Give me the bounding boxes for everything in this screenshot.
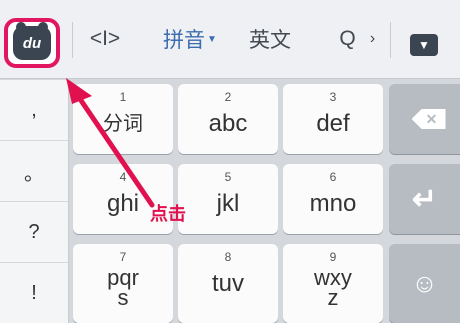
english-mode-button[interactable]: 英文 bbox=[240, 0, 300, 78]
search-button[interactable]: Q bbox=[330, 0, 365, 78]
key-1[interactable]: 1 分词 bbox=[73, 84, 173, 154]
key-letters: jkl bbox=[216, 190, 240, 217]
key-number: 7 bbox=[119, 250, 127, 264]
emoji-key[interactable]: ☺ bbox=[389, 244, 460, 323]
enter-icon: ↵ bbox=[411, 182, 438, 216]
key-letters: pqr s bbox=[107, 265, 139, 310]
key-3[interactable]: 3 def bbox=[283, 84, 383, 154]
punctuation-column: , 。 ? ! bbox=[0, 80, 69, 323]
pinyin-label: 拼音 bbox=[163, 29, 206, 52]
keyboard-toolbar: du <I> 拼音 ▼ 英文 Q › ▼ bbox=[0, 0, 460, 79]
key-letters: def bbox=[316, 110, 350, 137]
chevron-right-icon: › bbox=[369, 30, 376, 47]
baidu-logo-button[interactable]: du bbox=[13, 22, 51, 60]
punct-key-exclaim[interactable]: ! bbox=[0, 263, 68, 323]
chevron-down-icon: ▼ bbox=[207, 33, 217, 45]
key-number: 9 bbox=[329, 250, 337, 264]
punct-key-question[interactable]: ? bbox=[0, 202, 68, 263]
collapse-keyboard-button[interactable]: ▼ bbox=[410, 34, 438, 56]
backspace-key[interactable]: ✕ bbox=[389, 84, 460, 154]
key-5[interactable]: 5 jkl bbox=[178, 164, 278, 234]
punct-key-period[interactable]: 。 bbox=[0, 141, 68, 202]
pinyin-mode-button[interactable]: 拼音 ▼ bbox=[150, 0, 230, 78]
backspace-icon: ✕ bbox=[411, 109, 446, 129]
cursor-icon: <I> bbox=[89, 27, 121, 50]
key-number: 8 bbox=[224, 250, 232, 264]
english-label: 英文 bbox=[249, 29, 291, 52]
key-number: 3 bbox=[329, 90, 337, 104]
key-letters: tuv bbox=[211, 270, 244, 297]
key-number: 5 bbox=[224, 170, 232, 184]
key-number: 4 bbox=[119, 170, 127, 184]
key-8[interactable]: 8 tuv bbox=[178, 244, 278, 323]
key-7[interactable]: 7 pqr s bbox=[73, 244, 173, 323]
key-number: 1 bbox=[119, 90, 127, 104]
search-icon: Q bbox=[339, 27, 356, 50]
key-letters: 分词 bbox=[103, 113, 143, 135]
triangle-down-icon: ▼ bbox=[418, 38, 430, 52]
key-number: 2 bbox=[224, 90, 232, 104]
logo-label: du bbox=[22, 34, 42, 52]
smiley-icon: ☺ bbox=[411, 268, 438, 298]
key-9[interactable]: 9 wxy z bbox=[283, 244, 383, 323]
punct-key-comma[interactable]: , bbox=[0, 80, 68, 141]
divider bbox=[390, 22, 391, 58]
key-letters: wxy z bbox=[314, 265, 352, 310]
key-letters: abc bbox=[208, 110, 248, 137]
annotation-label: 点击 bbox=[150, 204, 186, 224]
key-number: 6 bbox=[329, 170, 337, 184]
highlight-box: du bbox=[4, 18, 60, 68]
more-button[interactable]: › bbox=[365, 0, 380, 78]
key-6[interactable]: 6 mno bbox=[283, 164, 383, 234]
cursor-move-button[interactable]: <I> bbox=[80, 0, 130, 78]
key-2[interactable]: 2 abc bbox=[178, 84, 278, 154]
enter-key[interactable]: ↵ bbox=[389, 164, 460, 234]
key-letters: mno bbox=[309, 190, 357, 217]
divider bbox=[72, 22, 73, 58]
